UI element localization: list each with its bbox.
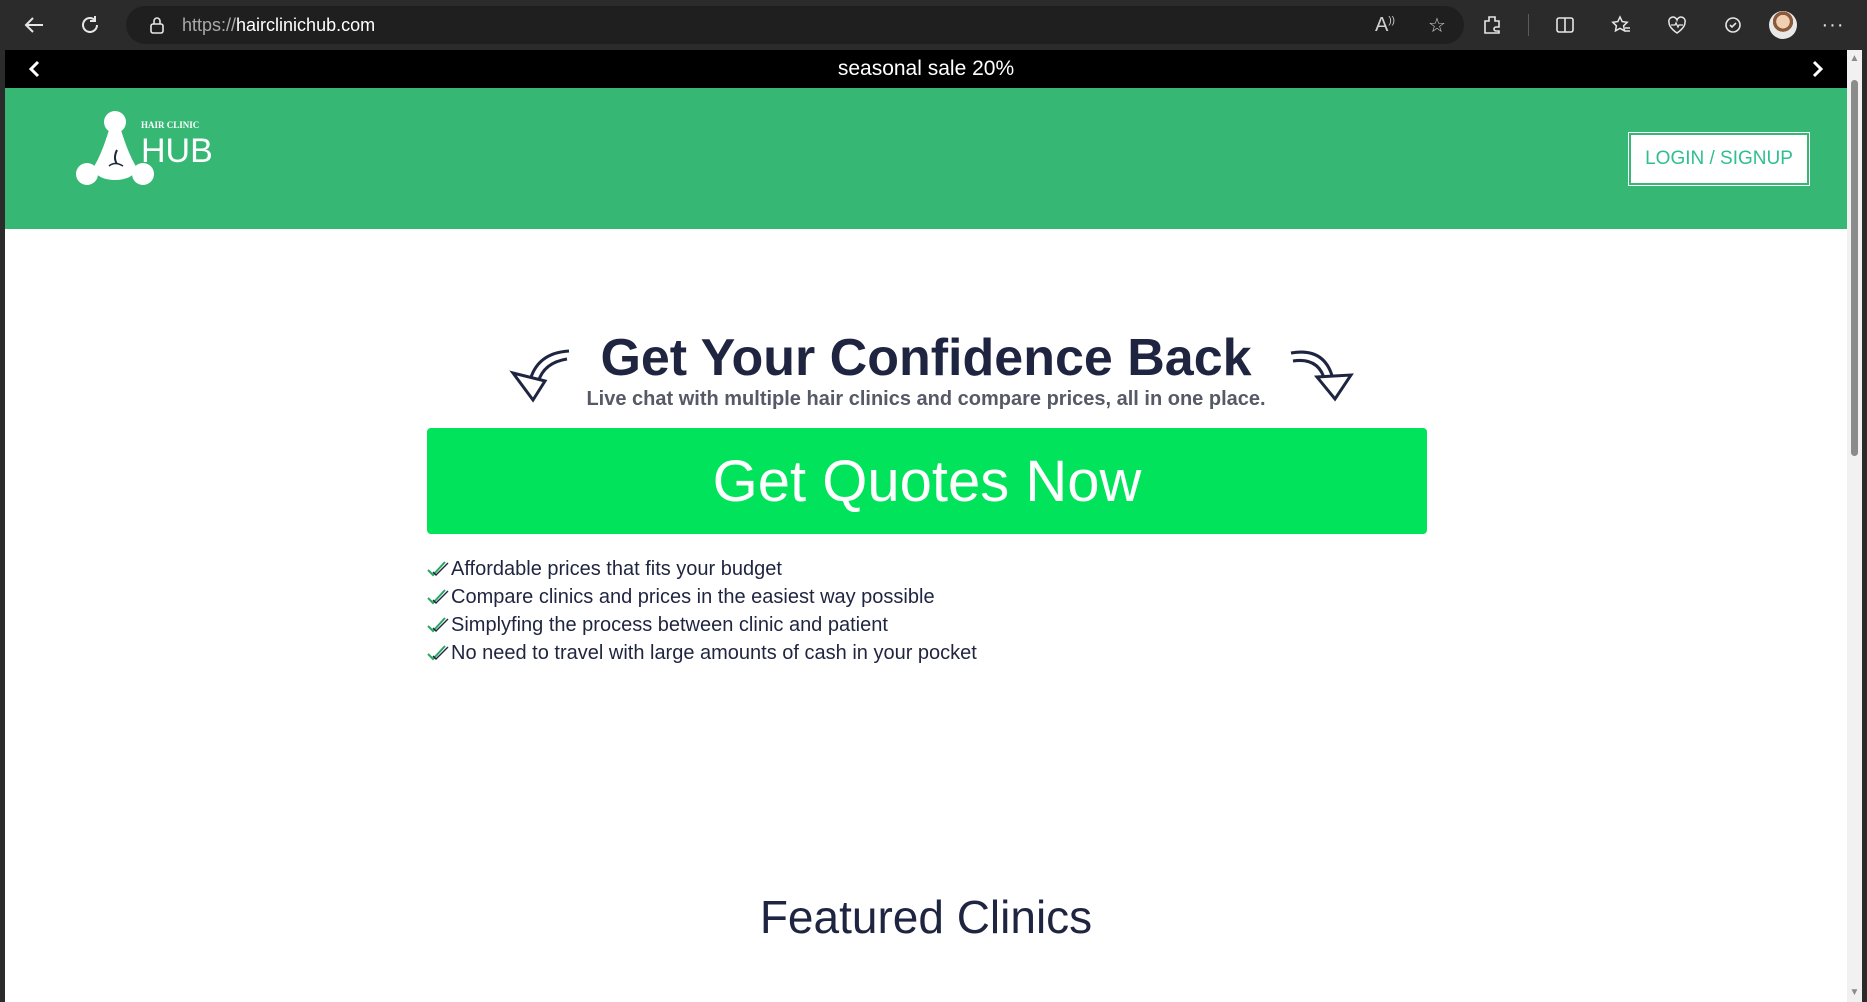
feature-text: No need to travel with large amounts of … (451, 641, 977, 664)
page-scrollbar[interactable]: ▲ ▼ (1847, 50, 1862, 1002)
back-arrow-icon[interactable] (14, 5, 54, 45)
reload-icon[interactable] (70, 5, 110, 45)
url-host: hairclinichub.com (236, 14, 376, 35)
feature-text: Affordable prices that fits your budget (451, 557, 782, 580)
double-check-icon (427, 645, 449, 661)
more-menu-icon[interactable]: ··· (1813, 5, 1853, 45)
get-quotes-button[interactable]: Get Quotes Now (427, 428, 1427, 534)
favorite-star-icon[interactable]: ☆ (1422, 13, 1452, 38)
double-check-icon (427, 589, 449, 605)
favorites-icon[interactable] (1601, 5, 1641, 45)
profile-avatar[interactable] (1769, 11, 1797, 39)
double-check-icon (427, 617, 449, 633)
site-logo[interactable]: HAIR CLINIC HUB (73, 106, 223, 206)
logo-small-text: HAIR CLINIC (141, 120, 199, 130)
list-item: Simplyfing the process between clinic an… (427, 611, 977, 639)
feature-text: Simplyfing the process between clinic an… (451, 613, 888, 636)
url-protocol: https:// (182, 14, 237, 35)
page-viewport: seasonal sale 20% HAIR CLINIC HUB LOGIN … (5, 50, 1847, 1002)
featured-clinics-heading: Featured Clinics (759, 891, 1093, 943)
chevron-right-icon[interactable] (1799, 50, 1837, 88)
list-item: Affordable prices that fits your budget (427, 555, 977, 583)
hero-subtitle: Live chat with multiple hair clinics and… (586, 388, 1266, 410)
scrollbar-thumb[interactable] (1851, 80, 1858, 456)
lock-icon[interactable] (146, 14, 168, 36)
feature-text: Compare clinics and prices in the easies… (451, 585, 935, 608)
site-header: HAIR CLINIC HUB LOGIN / SIGNUP (5, 88, 1847, 229)
browser-essentials-icon[interactable] (1657, 5, 1697, 45)
chevron-left-icon[interactable] (15, 50, 53, 88)
extensions-icon[interactable] (1472, 5, 1512, 45)
copilot-icon[interactable] (1713, 5, 1753, 45)
browser-toolbar: https://hairclinichub.com A)) ☆ ··· (0, 0, 1867, 50)
announcement-bar: seasonal sale 20% (5, 50, 1847, 88)
announcement-text: seasonal sale 20% (837, 57, 1015, 80)
toolbar-separator (1528, 14, 1529, 36)
url-text[interactable]: https://hairclinichub.com (182, 15, 375, 36)
list-item: No need to travel with large amounts of … (427, 639, 977, 667)
address-bar[interactable]: https://hairclinichub.com A)) ☆ (126, 6, 1464, 44)
scroll-up-icon[interactable]: ▲ (1849, 54, 1860, 64)
login-signup-button[interactable]: LOGIN / SIGNUP (1629, 133, 1809, 185)
logo-big-text: HUB (141, 132, 213, 170)
scroll-down-icon[interactable]: ▼ (1849, 988, 1860, 998)
list-item: Compare clinics and prices in the easies… (427, 583, 977, 611)
feature-list: Affordable prices that fits your budget … (427, 555, 977, 667)
hero-title: Get Your Confidence Back (600, 329, 1252, 387)
double-check-icon (427, 561, 449, 577)
read-aloud-icon[interactable]: A)) (1370, 14, 1400, 37)
split-screen-icon[interactable] (1545, 5, 1585, 45)
